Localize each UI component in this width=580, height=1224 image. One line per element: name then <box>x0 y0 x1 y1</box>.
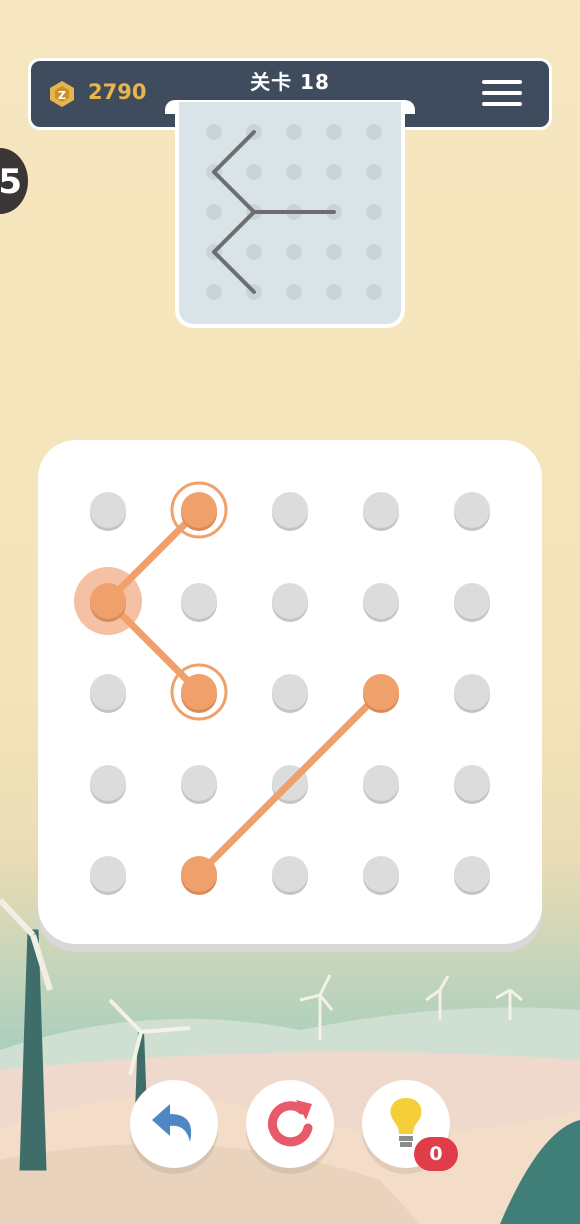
active-dot[interactable] <box>181 856 217 892</box>
target-preview <box>175 102 405 328</box>
target-line <box>212 250 256 294</box>
preview-dot <box>326 284 342 300</box>
grid-dot[interactable] <box>454 765 490 801</box>
board-grid[interactable] <box>38 440 542 944</box>
grid-dot[interactable] <box>454 583 490 619</box>
preview-dot <box>326 124 342 140</box>
grid-dot[interactable] <box>181 765 217 801</box>
preview-dot <box>246 244 262 260</box>
puzzle-board[interactable] <box>38 440 542 944</box>
restart-button[interactable] <box>246 1080 334 1168</box>
preview-dot <box>246 164 262 180</box>
restart-icon <box>268 1100 313 1147</box>
target-line <box>212 210 256 254</box>
grid-dot[interactable] <box>90 856 126 892</box>
grid-dot[interactable] <box>272 583 308 619</box>
preview-dot <box>286 124 302 140</box>
grid-dot[interactable] <box>363 856 399 892</box>
preview-dot <box>326 244 342 260</box>
target-pattern <box>206 124 382 300</box>
grid-dot[interactable] <box>90 674 126 710</box>
preview-dot <box>286 244 302 260</box>
preview-dot <box>286 164 302 180</box>
preview-dot <box>206 124 222 140</box>
target-line <box>212 170 256 214</box>
grid-dot[interactable] <box>454 674 490 710</box>
preview-dot <box>326 164 342 180</box>
drawn-line <box>195 688 385 878</box>
preview-dot <box>206 204 222 220</box>
grid-dot[interactable] <box>272 492 308 528</box>
grid-dot[interactable] <box>181 583 217 619</box>
active-dot[interactable] <box>181 492 217 528</box>
menu-icon[interactable] <box>482 80 522 110</box>
active-dot[interactable] <box>363 674 399 710</box>
grid-dot[interactable] <box>363 583 399 619</box>
preview-dot <box>366 124 382 140</box>
preview-dot <box>366 204 382 220</box>
undo-arrow-icon <box>152 1104 192 1142</box>
grid-dot[interactable] <box>454 856 490 892</box>
preview-dot <box>286 284 302 300</box>
grid-dot[interactable] <box>272 856 308 892</box>
side-tab-label: 5 <box>0 162 22 202</box>
preview-dot <box>366 244 382 260</box>
grid-dot[interactable] <box>90 765 126 801</box>
grid-dot[interactable] <box>90 492 126 528</box>
preview-dot <box>206 284 222 300</box>
grid-dot[interactable] <box>454 492 490 528</box>
preview-dot <box>366 284 382 300</box>
hint-count-badge: 0 <box>414 1137 458 1171</box>
active-dot[interactable] <box>181 674 217 710</box>
target-line <box>212 130 256 174</box>
grid-dot[interactable] <box>363 765 399 801</box>
grid-dot[interactable] <box>272 674 308 710</box>
preview-dot <box>366 164 382 180</box>
grid-dot[interactable] <box>363 492 399 528</box>
active-dot[interactable] <box>90 583 126 619</box>
undo-button[interactable] <box>130 1080 218 1168</box>
